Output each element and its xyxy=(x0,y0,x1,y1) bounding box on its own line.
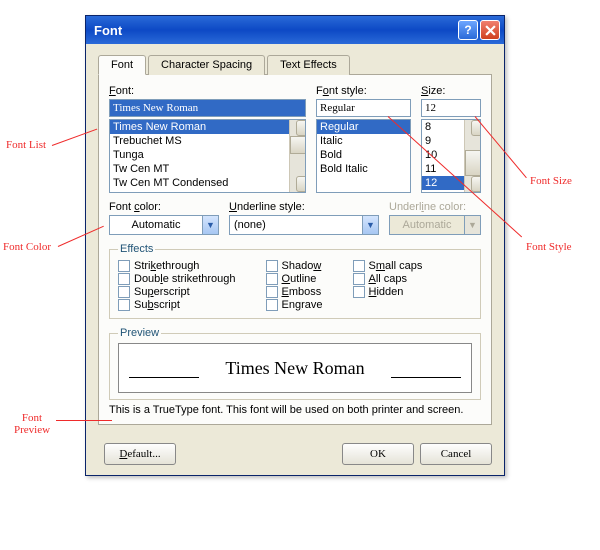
checkbox-strikethrough[interactable]: Strikethrough xyxy=(118,260,236,272)
font-style-input[interactable] xyxy=(316,99,411,117)
effects-legend: Effects xyxy=(118,243,155,255)
chevron-down-icon: ▼ xyxy=(464,216,480,234)
tab-text-effects[interactable]: Text Effects xyxy=(267,55,350,75)
callout-font-preview: Font Preview xyxy=(14,412,50,436)
callout-font-size: Font Size xyxy=(530,175,572,187)
callout-font-color: Font Color xyxy=(3,241,51,253)
chevron-down-icon: ▼ xyxy=(362,216,378,234)
checkbox-all-caps[interactable]: All caps xyxy=(353,273,423,285)
button-bar: Default... OK Cancel xyxy=(86,435,504,475)
list-item[interactable]: Trebuchet MS xyxy=(110,134,289,148)
tab-panel-font: Font: Times New Roman Trebuchet MS Tunga… xyxy=(98,74,492,425)
font-color-combo[interactable]: Automatic ▼ xyxy=(109,215,219,235)
scroll-down-icon[interactable]: ▼ xyxy=(296,176,306,192)
tab-font[interactable]: Font xyxy=(98,55,146,75)
combo-value: Automatic xyxy=(110,219,202,231)
scroll-down-icon[interactable]: ▼ xyxy=(471,176,481,192)
titlebar: Font ? xyxy=(86,16,504,44)
checkbox-emboss[interactable]: Emboss xyxy=(266,286,323,298)
preview-legend: Preview xyxy=(118,327,161,339)
checkbox-subscript[interactable]: Subscript xyxy=(118,299,236,311)
checkbox-small-caps[interactable]: Small caps xyxy=(353,260,423,272)
scroll-up-icon[interactable]: ▲ xyxy=(296,120,306,136)
checkbox-hidden[interactable]: Hidden xyxy=(353,286,423,298)
checkbox-double-strikethrough[interactable]: Double strikethrough xyxy=(118,273,236,285)
close-button[interactable] xyxy=(480,20,500,40)
size-label: Size: xyxy=(421,85,481,97)
default-button[interactable]: Default... xyxy=(104,443,176,465)
font-listbox[interactable]: Times New Roman Trebuchet MS Tunga Tw Ce… xyxy=(109,119,306,193)
font-input[interactable] xyxy=(109,99,306,117)
callout-line xyxy=(56,420,112,421)
tab-character-spacing[interactable]: Character Spacing xyxy=(148,55,265,75)
list-item[interactable]: Times New Roman xyxy=(110,120,289,134)
callout-font-style: Font Style xyxy=(526,241,572,253)
font-style-listbox[interactable]: Regular Italic Bold Bold Italic xyxy=(316,119,411,193)
checkbox-superscript[interactable]: Superscript xyxy=(118,286,236,298)
list-item[interactable]: Italic xyxy=(317,134,410,148)
callout-font-list: Font List xyxy=(6,139,46,151)
checkbox-engrave[interactable]: Engrave xyxy=(266,299,323,311)
help-button[interactable]: ? xyxy=(458,20,478,40)
font-label: Font: xyxy=(109,85,306,97)
list-item[interactable]: Tw Cen MT Condensed xyxy=(110,176,289,190)
preview-box: Times New Roman xyxy=(118,343,472,393)
scroll-thumb[interactable] xyxy=(290,136,306,154)
combo-value: (none) xyxy=(230,219,362,231)
underline-color-combo: Automatic ▼ xyxy=(389,215,481,235)
list-item[interactable]: Tunga xyxy=(110,148,289,162)
close-icon xyxy=(485,25,496,36)
font-style-label: Font style: xyxy=(316,85,411,97)
scrollbar[interactable]: ▲ ▼ xyxy=(464,120,480,192)
ok-button[interactable]: OK xyxy=(342,443,414,465)
effects-group: Effects Strikethrough Double strikethrou… xyxy=(109,243,481,319)
scroll-thumb[interactable] xyxy=(465,150,481,176)
size-input[interactable] xyxy=(421,99,481,117)
list-item[interactable]: 8 xyxy=(422,120,464,134)
font-color-label: Font color: xyxy=(109,201,219,213)
combo-value: Automatic xyxy=(390,219,464,231)
list-item[interactable]: Tw Cen MT xyxy=(110,162,289,176)
underline-style-combo[interactable]: (none) ▼ xyxy=(229,215,379,235)
underline-color-label: Underline color: xyxy=(389,201,481,213)
tab-strip: Font Character Spacing Text Effects xyxy=(98,54,492,75)
chevron-down-icon: ▼ xyxy=(202,216,218,234)
list-item[interactable]: 10 xyxy=(422,148,464,162)
checkbox-shadow[interactable]: Shadow xyxy=(266,260,323,272)
window-title: Font xyxy=(94,23,122,38)
checkbox-outline[interactable]: Outline xyxy=(266,273,323,285)
scrollbar[interactable]: ▲ ▼ xyxy=(289,120,305,192)
list-item[interactable]: 9 xyxy=(422,134,464,148)
underline-style-label: Underline style: xyxy=(229,201,379,213)
list-item[interactable]: Bold xyxy=(317,148,410,162)
list-item[interactable]: 11 xyxy=(422,162,464,176)
font-note: This is a TrueType font. This font will … xyxy=(109,404,481,416)
preview-text: Times New Roman xyxy=(225,358,364,379)
size-listbox[interactable]: 8 9 10 11 12 ▲ ▼ xyxy=(421,119,481,193)
preview-group: Preview Times New Roman xyxy=(109,327,481,400)
font-dialog: Font ? Font Character Spacing Text Effec… xyxy=(85,15,505,476)
list-item[interactable]: Bold Italic xyxy=(317,162,410,176)
cancel-button[interactable]: Cancel xyxy=(420,443,492,465)
